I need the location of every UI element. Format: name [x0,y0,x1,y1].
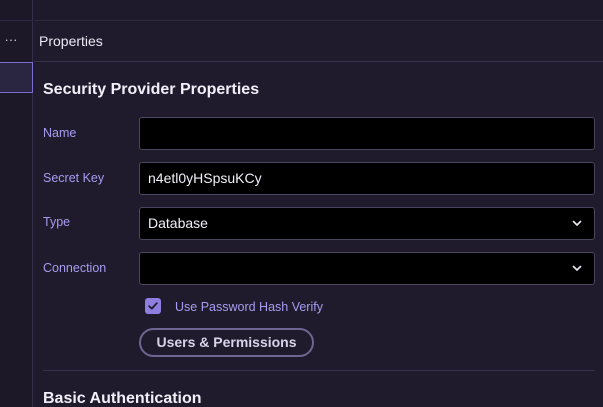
name-field[interactable] [139,117,595,150]
type-select[interactable]: Database [139,207,595,240]
left-toolbar [0,0,33,21]
properties-panel: Properties Security Provider Properties … [34,0,603,407]
check-icon [148,302,158,310]
properties-header-title: Properties [39,33,103,49]
secret-key-label: Secret Key [43,171,105,185]
left-sidebar: ··· [0,0,33,407]
use-password-hash-verify-checkbox[interactable] [145,298,161,314]
users-permissions-button[interactable]: Users & Permissions [139,328,314,357]
section-title-security-provider: Security Provider Properties [43,81,260,98]
app-window: ··· Properties Security Provider Propert… [0,0,603,407]
section-title-basic-authentication: Basic Authentication [43,390,202,407]
connection-select[interactable] [139,252,595,285]
properties-header: Properties [34,21,603,62]
sidebar-selected-item[interactable] [0,62,33,93]
type-select-value: Database [148,215,208,231]
chevron-down-icon [572,220,582,226]
name-label: Name [43,126,77,140]
section-divider [43,370,595,371]
top-toolbar [34,0,603,21]
type-label: Type [43,215,71,229]
connection-label: Connection [43,261,107,275]
chevron-down-icon [572,265,582,271]
more-horizontal-icon[interactable]: ··· [0,30,22,50]
secret-key-field[interactable]: n4etl0yHSpsuKCy [139,162,595,195]
use-password-hash-verify-label[interactable]: Use Password Hash Verify [175,300,323,314]
